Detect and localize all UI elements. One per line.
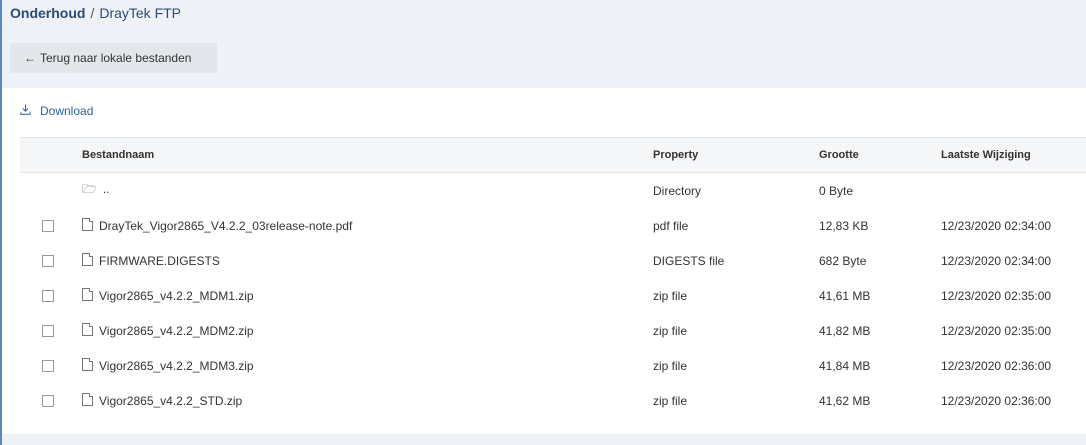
- file-name: Vigor2865_v4.2.2_MDM1.zip: [99, 289, 254, 303]
- row-checkbox[interactable]: [42, 290, 54, 303]
- file-property: zip file: [653, 393, 688, 408]
- download-icon: [20, 104, 32, 118]
- download-label: Download: [40, 104, 94, 118]
- file-size: 41,62 MB: [819, 393, 871, 408]
- file-name: Vigor2865_v4.2.2_MDM2.zip: [99, 324, 254, 338]
- file-icon: [82, 323, 93, 336]
- table-row[interactable]: DrayTek_Vigor2865_V4.2.2_03release-note.…: [20, 208, 1086, 243]
- table-row[interactable]: FIRMWARE.DIGESTS DIGESTS file 682 Byte 1…: [20, 243, 1086, 278]
- table-header-row: Bestandnaam Property Grootte Laatste Wij…: [20, 137, 1086, 173]
- top-bar: Onderhoud / DrayTek FTP ← Terug naar lokale…: [2, 0, 1086, 88]
- table-row-parent-directory[interactable]: 🗁.. Directory 0 Byte: [20, 173, 1086, 209]
- file-size: 12,83 KB: [819, 218, 869, 233]
- file-modified: 12/23/2020 02:35:00: [941, 288, 1052, 303]
- file-icon: [82, 218, 93, 231]
- folder-open-icon: 🗁: [82, 182, 97, 196]
- column-header-name[interactable]: Bestandnaam: [82, 137, 653, 173]
- file-modified: 12/23/2020 02:36:00: [941, 358, 1052, 373]
- file-modified: 12/23/2020 02:34:00: [941, 253, 1052, 268]
- table-row[interactable]: Vigor2865_v4.2.2_STD.zip zip file 41,62 …: [20, 383, 1086, 418]
- file-modified: [941, 173, 1086, 209]
- file-name: FIRMWARE.DIGESTS: [99, 254, 220, 268]
- bottom-bar: [2, 434, 1086, 445]
- table-row[interactable]: Vigor2865_v4.2.2_MDM1.zip zip file 41,61…: [20, 278, 1086, 313]
- file-size: 682 Byte: [819, 253, 867, 268]
- file-size: 41,82 MB: [819, 323, 871, 338]
- breadcrumb-root[interactable]: Onderhoud: [10, 5, 85, 21]
- file-name: Vigor2865_v4.2.2_STD.zip: [99, 394, 243, 408]
- file-name: ..: [102, 182, 110, 196]
- file-size: 0 Byte: [819, 183, 854, 198]
- file-property: zip file: [653, 323, 688, 338]
- file-property: pdf file: [653, 218, 689, 233]
- file-property: DIGESTS file: [653, 253, 725, 268]
- file-size: 41,84 MB: [819, 358, 871, 373]
- file-modified: 12/23/2020 02:35:00: [941, 323, 1052, 338]
- back-button-label: Terug naar lokale bestanden: [40, 51, 192, 65]
- column-header-property[interactable]: Property: [653, 137, 819, 173]
- download-link[interactable]: Download: [20, 104, 93, 118]
- row-checkbox[interactable]: [42, 255, 54, 268]
- file-modified: 12/23/2020 02:34:00: [941, 218, 1052, 233]
- file-property: Directory: [653, 183, 702, 198]
- back-to-local-files-button[interactable]: ← Terug naar lokale bestanden: [10, 43, 217, 73]
- arrow-left-icon: ←: [24, 51, 36, 65]
- file-name: DrayTek_Vigor2865_V4.2.2_03release-note.…: [99, 219, 353, 233]
- breadcrumb-separator: /: [90, 5, 95, 21]
- row-checkbox[interactable]: [42, 325, 54, 338]
- breadcrumb: Onderhoud / DrayTek FTP: [10, 5, 181, 21]
- table-row[interactable]: Vigor2865_v4.2.2_MDM2.zip zip file 41,82…: [20, 313, 1086, 348]
- row-checkbox[interactable]: [42, 220, 54, 233]
- breadcrumb-current: DrayTek FTP: [99, 5, 182, 21]
- column-header-modified[interactable]: Laatste Wijziging: [941, 137, 1086, 173]
- file-modified: 12/23/2020 02:36:00: [941, 393, 1052, 408]
- file-icon: [82, 288, 93, 301]
- app-frame: Onderhoud / DrayTek FTP ← Terug naar lokale…: [0, 0, 1086, 445]
- file-table: Bestandnaam Property Grootte Laatste Wij…: [20, 137, 1086, 418]
- file-icon: [82, 358, 93, 371]
- file-icon: [82, 253, 93, 266]
- table-row[interactable]: Vigor2865_v4.2.2_MDM3.zip zip file 41,84…: [20, 348, 1086, 383]
- file-name: Vigor2865_v4.2.2_MDM3.zip: [99, 359, 254, 373]
- row-checkbox[interactable]: [42, 360, 54, 373]
- file-icon: [82, 393, 93, 406]
- file-size: 41,61 MB: [819, 288, 871, 303]
- file-property: zip file: [653, 358, 688, 373]
- file-property: zip file: [653, 288, 688, 303]
- column-header-size[interactable]: Grootte: [819, 137, 941, 173]
- select-column-header: [20, 137, 82, 173]
- row-checkbox[interactable]: [42, 395, 54, 408]
